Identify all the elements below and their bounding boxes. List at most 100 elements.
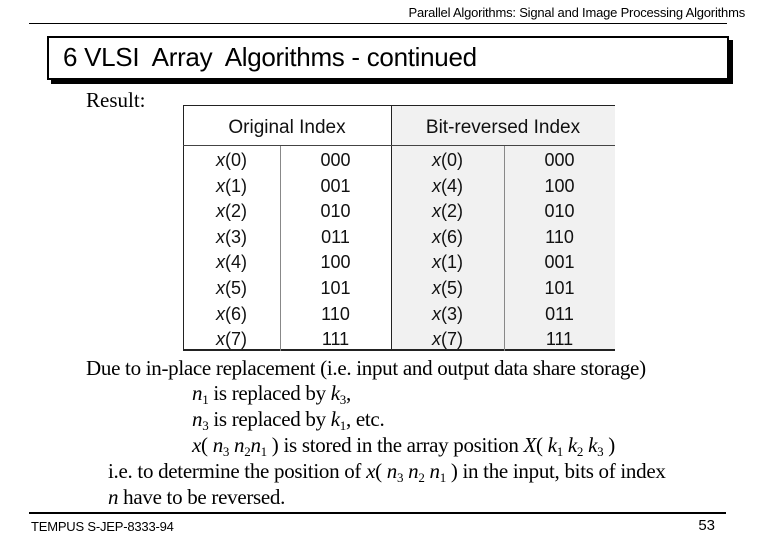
index-value: 4 [230, 252, 241, 273]
slide-title-box: 6 VLSI Array Algorithms - continued [47, 36, 729, 80]
reversed-x-cell: x(6) [431, 226, 463, 247]
var: x [215, 303, 225, 324]
var: k [567, 433, 577, 457]
var: x [215, 150, 225, 170]
original-x-column: x(0) x(1) x(2) x(3) x(4) x(5) x(6) x(7) [183, 148, 280, 353]
var: n [212, 433, 224, 457]
index-value: 2 [230, 201, 241, 222]
result-label: Result: [86, 88, 146, 112]
var: x [431, 329, 441, 350]
var: x [215, 201, 225, 222]
var: x [192, 433, 202, 457]
subscript: 2 [418, 470, 425, 485]
slide-title: 6 VLSI Array Algorithms - continued [63, 42, 477, 72]
text: ( [536, 433, 548, 457]
var: x [431, 226, 441, 247]
var: X [523, 433, 537, 457]
original-bits-cell: 111 [321, 329, 350, 350]
var: x [215, 175, 225, 196]
var: n [386, 459, 398, 483]
header-divider [29, 23, 727, 24]
var: n [108, 485, 119, 509]
page-number: 53 [698, 517, 715, 534]
original-bits-column: 000 001 010 011 100 101 110 111 [280, 148, 391, 353]
reversed-bits-cell: 101 [544, 277, 575, 298]
original-bits-cell: 001 [320, 175, 351, 196]
table-top-border [183, 105, 615, 106]
reversed-bits-cell: 010 [544, 201, 575, 222]
index-value: 3 [446, 303, 457, 324]
body-line-2: n1 is replaced by k3, [192, 381, 351, 406]
footer-project-code: TEMPUS S-JEP-8333-94 [31, 519, 174, 534]
original-x-cell: x(2) [215, 201, 247, 222]
reversed-bits-cell: 111 [545, 329, 574, 350]
index-value: 5 [446, 277, 457, 298]
var: n [429, 459, 440, 483]
index-value: 1 [446, 252, 457, 273]
subscript: 1 [556, 444, 564, 459]
var: x [431, 303, 441, 324]
reversed-bits-cell: 001 [544, 252, 575, 273]
var: x [215, 252, 225, 273]
original-bits-cell: 011 [321, 226, 350, 247]
table-header-divider [183, 145, 615, 146]
var: n [192, 407, 203, 431]
text: ) [603, 433, 615, 457]
var: n [234, 433, 245, 457]
reversed-x-cell: x(1) [431, 252, 463, 273]
var: n [408, 459, 419, 483]
var: x [366, 459, 376, 483]
original-bits-cell: 010 [320, 201, 351, 222]
var: x [431, 201, 441, 222]
body-line-4: x( n3 n2n1 ) is stored in the array posi… [192, 433, 615, 458]
text: , etc. [345, 407, 385, 431]
var: n [250, 433, 261, 457]
text: ) [266, 433, 279, 457]
var: n [192, 381, 203, 405]
text: ( [201, 433, 213, 457]
var: k [330, 407, 340, 431]
index-value: 3 [230, 226, 241, 247]
text: have to be reversed. [118, 485, 286, 509]
index-value: 7 [230, 329, 241, 350]
var: x [431, 277, 441, 298]
original-x-cell: x(0) [215, 150, 247, 170]
reversed-x-cell: x(3) [431, 303, 463, 324]
var: k [588, 433, 598, 457]
text: ( [375, 459, 387, 483]
bit-reversal-table: Original Index Bit-reversed Index x(0) x(… [183, 105, 615, 351]
body-line-6: n have to be reversed. [108, 485, 285, 510]
text: ) [445, 459, 458, 483]
original-x-cell: x(7) [215, 329, 247, 350]
header-bit-reversed-index: Bit-reversed Index [425, 117, 581, 138]
body-line-5: i.e. to determine the position of x( n3 … [108, 459, 666, 484]
reversed-x-cell: x(4) [431, 175, 463, 196]
index-value: 6 [230, 303, 241, 324]
var: x [215, 226, 225, 247]
subscript: 2 [576, 444, 584, 459]
footer-divider [29, 512, 726, 514]
index-value: 2 [446, 201, 457, 222]
index-value: 5 [230, 277, 241, 298]
original-bits-cell: 101 [320, 277, 351, 298]
reversed-x-cell: x(5) [431, 277, 463, 298]
index-value: 0 [230, 150, 241, 170]
text: in the input, bits of index [457, 459, 666, 483]
original-x-cell: x(4) [215, 252, 247, 273]
index-value: 6 [446, 226, 457, 247]
reversed-x-cell: x(2) [431, 201, 463, 222]
subscript: 3 [396, 470, 404, 485]
text: , [345, 381, 351, 405]
original-x-cell: x(3) [215, 226, 247, 247]
reversed-x-cell: x(7) [431, 329, 463, 350]
text: is replaced by [208, 381, 331, 405]
var: k [330, 381, 340, 405]
text: i.e. to determine the position of [108, 459, 367, 483]
index-value: 4 [446, 175, 457, 196]
text: is replaced by [208, 407, 331, 431]
var: x [431, 175, 441, 196]
body-line-1: Due to in-place replacement (i.e. input … [86, 356, 646, 380]
reversed-bits-column: 000 100 010 110 001 101 011 111 [504, 148, 615, 353]
var: x [431, 252, 441, 273]
reversed-x-column: x(0) x(4) x(2) x(6) x(1) x(5) x(3) x(7) [391, 148, 504, 353]
